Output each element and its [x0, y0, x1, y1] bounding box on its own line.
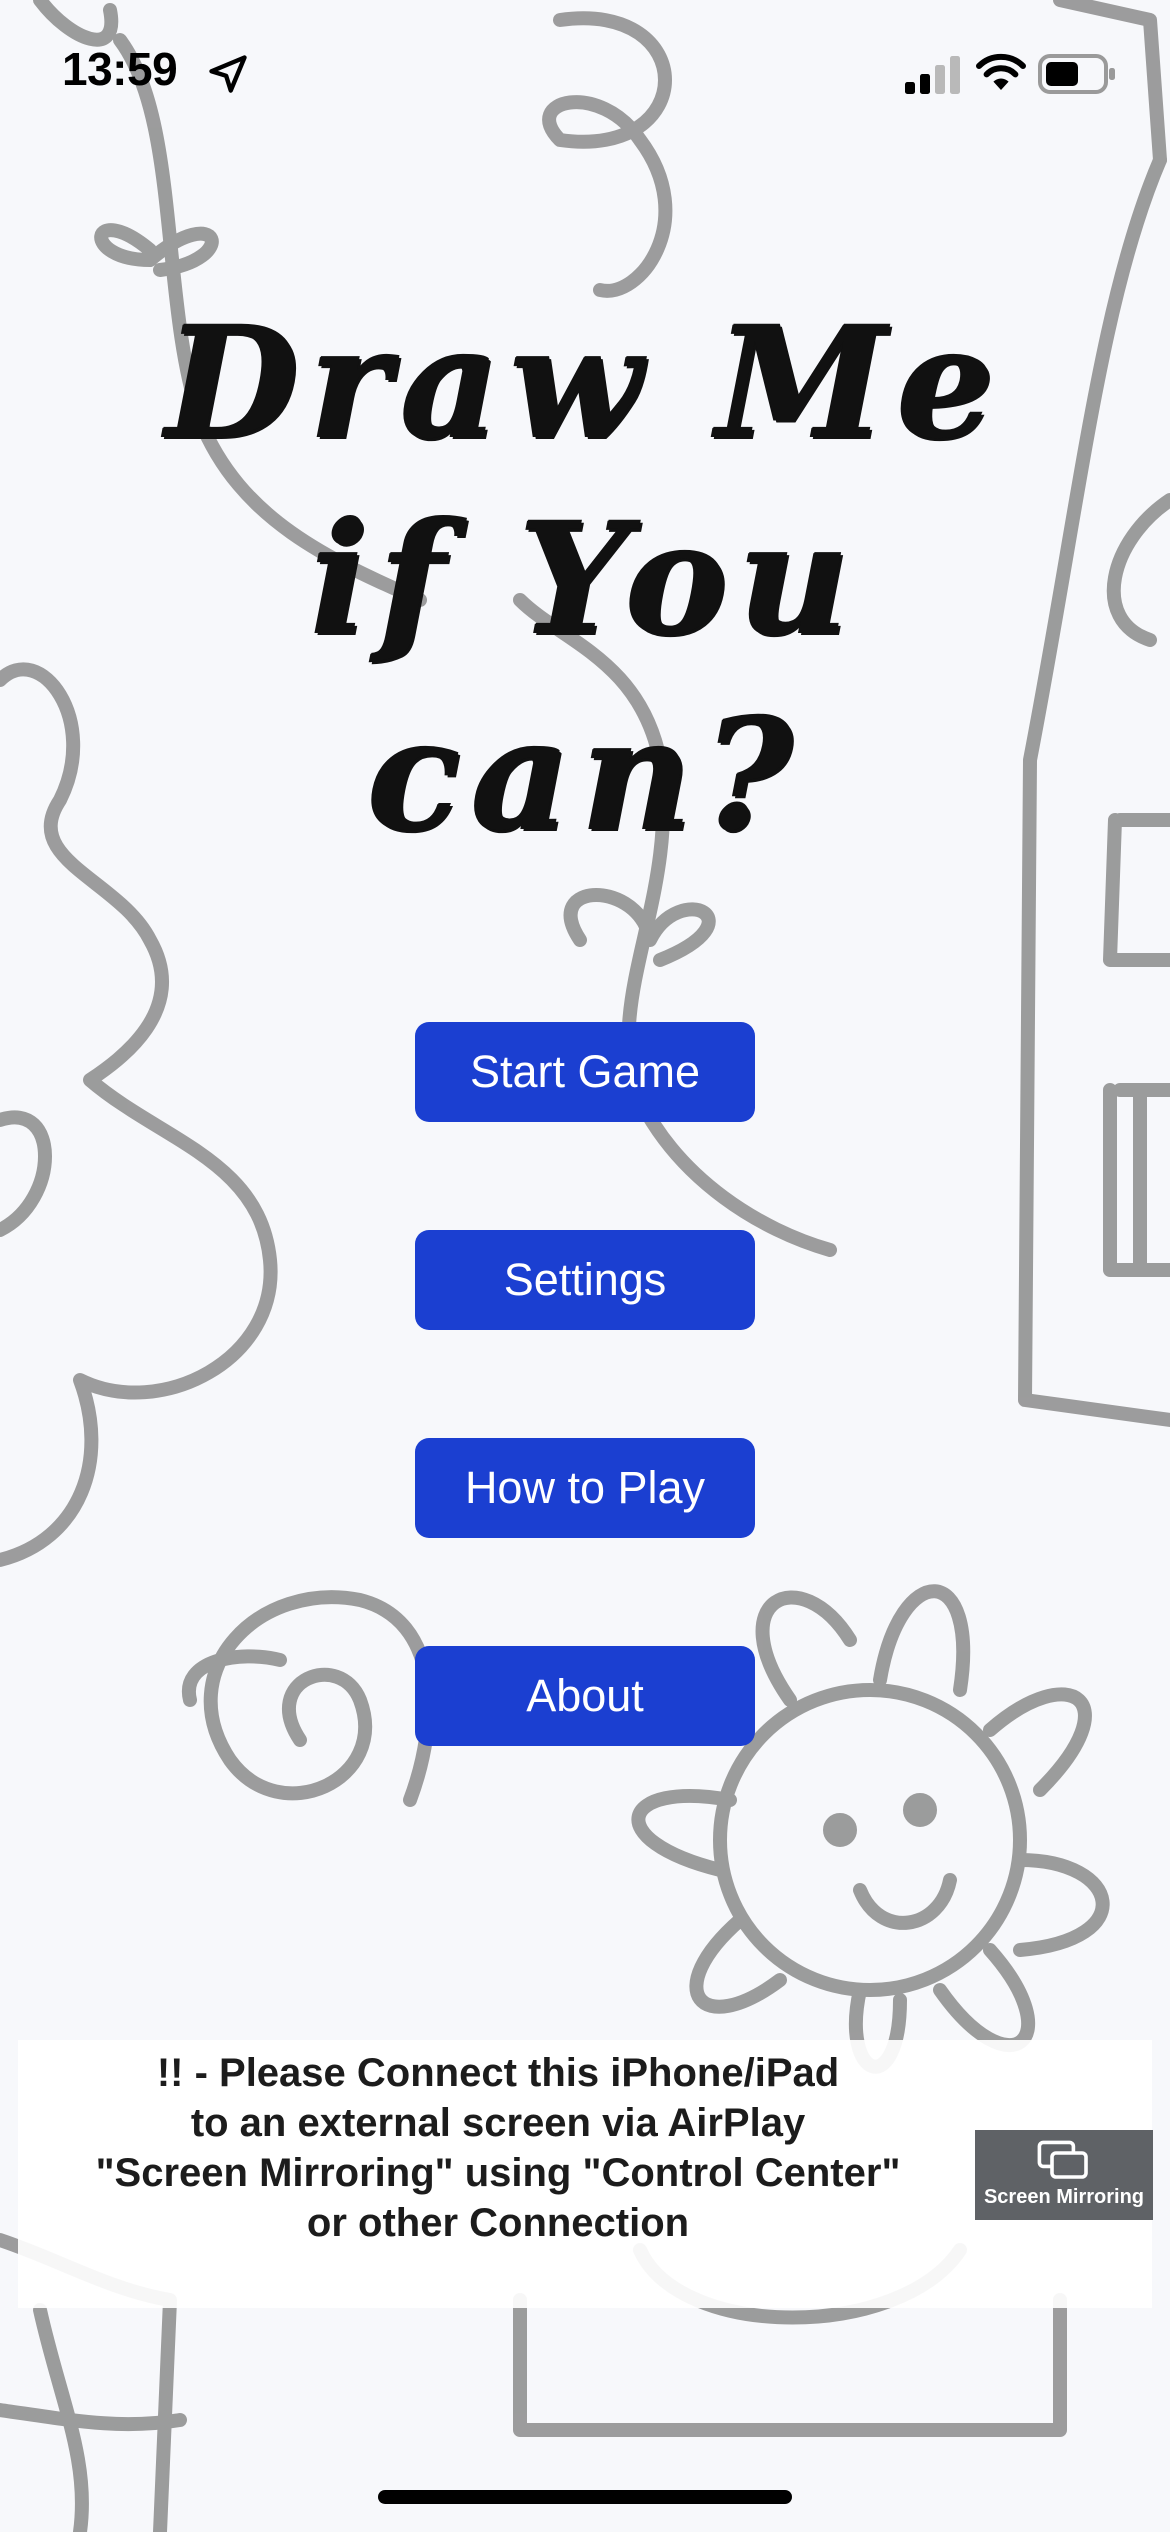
screen-mirroring-button[interactable]: Screen Mirroring: [975, 2130, 1153, 2220]
about-button[interactable]: About: [415, 1646, 755, 1746]
status-time: 13:59: [62, 43, 178, 95]
battery-icon: [1038, 54, 1115, 94]
start-game-button[interactable]: Start Game: [415, 1022, 755, 1122]
location-arrow-icon: [209, 55, 247, 93]
title-line-3: can?: [367, 684, 803, 865]
settings-button[interactable]: Settings: [415, 1230, 755, 1330]
screen-mirroring-label: Screen Mirroring: [983, 2186, 1145, 2208]
cellular-signal-icon: [905, 56, 960, 94]
title-line-1: Draw Me: [165, 292, 1005, 473]
how-to-play-button[interactable]: How to Play: [415, 1438, 755, 1538]
main-menu: Start Game Settings How to Play About: [415, 1022, 755, 1854]
external-screen-notice: !! - Please Connect this iPhone/iPad to …: [18, 2040, 1153, 2308]
title-line-2: if You: [310, 488, 860, 669]
app-title: Draw Me if You can?: [0, 285, 1170, 873]
notice-text: !! - Please Connect this iPhone/iPad to …: [95, 2051, 901, 2245]
status-bar: 13:59: [0, 0, 1170, 150]
screen-mirroring-icon: [1037, 2140, 1088, 2179]
wifi-icon: [976, 53, 1026, 90]
home-indicator[interactable]: [378, 2490, 792, 2504]
